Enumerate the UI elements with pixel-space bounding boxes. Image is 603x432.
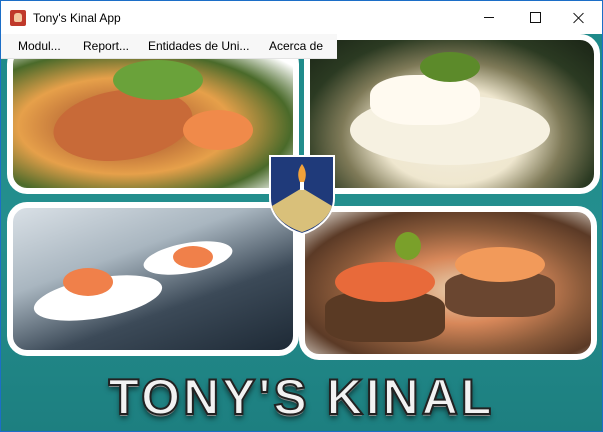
close-button[interactable] <box>556 1 602 34</box>
maximize-icon <box>529 12 541 23</box>
topping-shape <box>335 262 435 302</box>
main-content: Modul... Report... Entidades de Uni... A… <box>1 34 602 431</box>
olive-shape <box>395 232 421 260</box>
fish-puree-photo <box>304 34 600 194</box>
window-title: Tony's Kinal App <box>33 11 121 25</box>
fish-shape <box>370 75 480 125</box>
maximize-button[interactable] <box>512 1 558 34</box>
app-window: Tony's Kinal App Modul... Report... Enti… <box>0 0 603 432</box>
menu-item-modulos[interactable]: Modul... <box>18 34 61 58</box>
shield-emblem-icon <box>269 155 335 236</box>
salmon-roll-shape <box>173 246 213 268</box>
brand-title: TONY'S KINAL <box>108 368 495 426</box>
minimize-button[interactable] <box>466 1 512 34</box>
canape-photo <box>299 206 597 360</box>
menu-item-acerca-de[interactable]: Acerca de <box>269 34 323 58</box>
minimize-icon <box>484 17 494 18</box>
topping-shape <box>455 247 545 282</box>
menu-bar: Modul... Report... Entidades de Uni... A… <box>1 34 337 59</box>
salmon-dish-photo <box>7 44 299 194</box>
menu-item-entidades[interactable]: Entidades de Uni... <box>148 34 249 58</box>
close-icon <box>573 12 585 24</box>
title-bar[interactable]: Tony's Kinal App <box>1 1 602 34</box>
shrimp-shape <box>183 110 253 150</box>
app-icon <box>10 10 26 26</box>
menu-item-reportes[interactable]: Report... <box>83 34 129 58</box>
greens-shape <box>113 60 203 100</box>
salmon-spoons-photo <box>7 202 299 356</box>
herbs-shape <box>420 52 480 82</box>
salmon-roll-shape <box>63 268 113 296</box>
